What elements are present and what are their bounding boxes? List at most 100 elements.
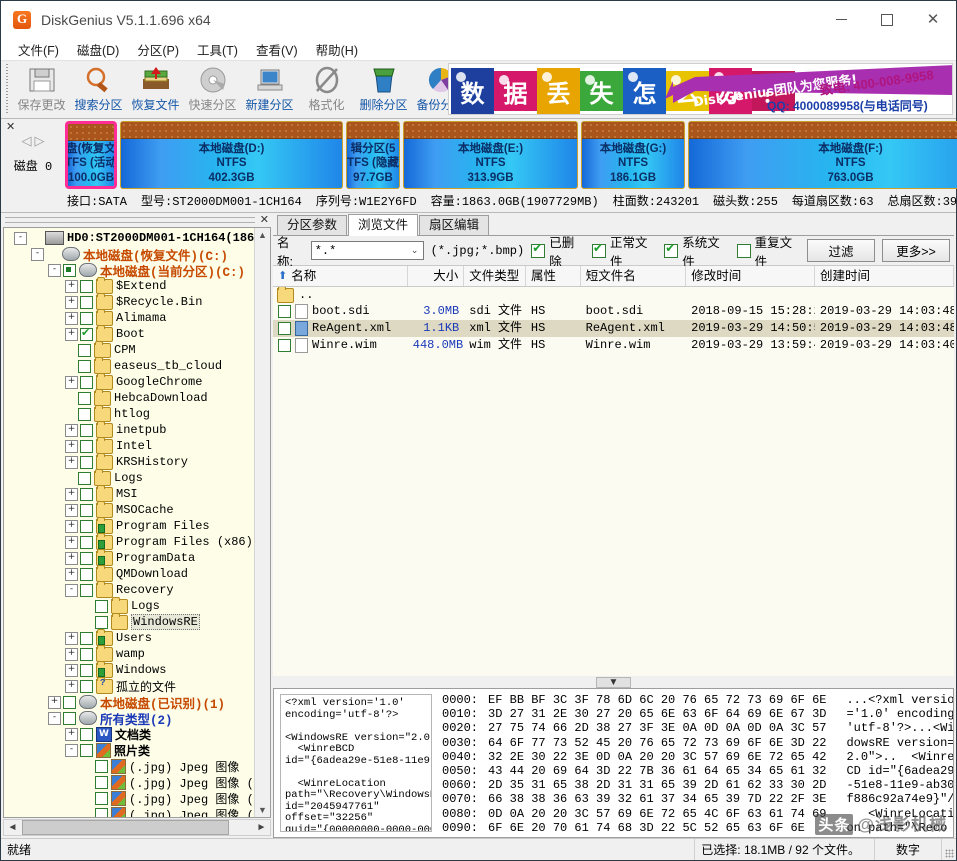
expand-icon[interactable]: +	[65, 487, 78, 501]
next-disk-icon[interactable]: ▷	[35, 133, 45, 149]
toolbar-button-2[interactable]: 恢复文件	[127, 63, 184, 113]
column-header-1[interactable]: 大小	[408, 266, 465, 286]
filter-checkbox-0[interactable]: 已删除	[531, 232, 583, 270]
menu-item-2[interactable]: 分区(P)	[128, 38, 188, 61]
toolbar-button-4[interactable]: 新建分区	[241, 63, 298, 113]
tree-checkbox[interactable]	[63, 263, 76, 277]
table-row[interactable]: boot.sdi 3.0MB sdi 文件 HS boot.sdi 2018-09-15 …	[273, 303, 954, 320]
scroll-down-icon[interactable]: ▼	[258, 805, 267, 815]
prev-disk-icon[interactable]: ◁	[22, 133, 32, 149]
menu-item-4[interactable]: 查看(V)	[247, 38, 307, 61]
scroll-right-icon[interactable]: ►	[254, 822, 269, 833]
column-header-4[interactable]: 短文件名	[581, 266, 687, 286]
tree-node-22[interactable]: - Recovery	[8, 580, 254, 598]
expand-icon[interactable]: +	[65, 327, 78, 341]
tab-2[interactable]: 扇区编辑	[419, 215, 490, 235]
tree-node-26[interactable]: + wamp	[8, 644, 254, 662]
tree-checkbox[interactable]	[80, 647, 93, 661]
partition-4[interactable]: 本地磁盘(G:) NTFS 186.1GB	[581, 121, 685, 189]
table-row[interactable]: ReAgent.xml 1.1KB xml 文件 HS ReAgent.xml 2019-…	[273, 320, 954, 337]
menu-item-1[interactable]: 磁盘(D)	[68, 38, 128, 61]
tree-node-21[interactable]: + QMDownload	[8, 564, 254, 582]
checkbox-box[interactable]	[736, 243, 751, 258]
disk-map-close-icon[interactable]: ✕	[6, 120, 15, 133]
tree-node-27[interactable]: + Windows	[8, 660, 254, 678]
tree-checkbox[interactable]	[80, 423, 93, 437]
collapse-icon[interactable]: -	[48, 263, 61, 277]
tree-node-25[interactable]: + Users	[8, 628, 254, 646]
tree-checkbox[interactable]	[80, 487, 93, 501]
maximize-button[interactable]	[864, 1, 910, 38]
close-button[interactable]: ✕	[910, 1, 956, 38]
tree-checkbox[interactable]	[80, 295, 93, 309]
expand-icon[interactable]: +	[65, 551, 78, 565]
toolbar-button-0[interactable]: 保存更改	[13, 63, 70, 113]
tree-node-2[interactable]: - 本地磁盘(当前分区)(C:)	[8, 262, 254, 280]
expand-icon[interactable]: +	[65, 647, 78, 661]
checkbox-box[interactable]	[591, 241, 606, 258]
tree-node-31[interactable]: + W 文档类	[8, 726, 254, 743]
expand-icon[interactable]: +	[65, 519, 78, 533]
tree-checkbox[interactable]	[80, 279, 93, 293]
xml-preview[interactable]: <?xml version='1.0' encoding='utf-8'?> <…	[280, 694, 432, 832]
column-header-3[interactable]: 属性	[526, 266, 581, 286]
column-header-6[interactable]: 创建时间	[815, 266, 954, 286]
toolbar-button-3[interactable]: 快速分区	[184, 63, 241, 113]
tree-node-13[interactable]: + Intel	[8, 436, 254, 454]
tree-checkbox[interactable]	[95, 807, 108, 817]
menu-item-3[interactable]: 工具(T)	[188, 38, 247, 61]
tree-checkbox[interactable]	[78, 343, 91, 357]
expand-icon[interactable]: +	[65, 535, 78, 549]
column-header-0[interactable]: ⬆ 名称	[273, 266, 408, 286]
tree-checkbox[interactable]	[80, 375, 93, 389]
expand-icon[interactable]: +	[65, 375, 78, 389]
menu-item-5[interactable]: 帮助(H)	[307, 38, 367, 61]
toolbar-button-1[interactable]: 搜索分区	[70, 63, 127, 113]
parent-directory-row[interactable]: ..	[273, 287, 954, 303]
tree-node-18[interactable]: + Program Files	[8, 516, 254, 534]
collapse-icon[interactable]: -	[14, 231, 27, 245]
partition-3[interactable]: 本地磁盘(E:) NTFS 313.9GB	[403, 121, 578, 189]
collapse-icon[interactable]: -	[65, 743, 78, 757]
tree-checkbox[interactable]	[80, 311, 93, 325]
expand-icon[interactable]: +	[65, 455, 78, 469]
tree-panel-grip[interactable]	[5, 217, 255, 223]
expand-icon[interactable]: +	[65, 567, 78, 581]
expand-icon[interactable]: +	[65, 279, 78, 293]
expand-icon[interactable]: +	[65, 727, 78, 741]
tree-checkbox[interactable]	[78, 407, 91, 421]
tree-node-19[interactable]: + Program Files (x86)	[8, 532, 254, 550]
tree-checkbox[interactable]	[95, 775, 108, 789]
tree-node-7[interactable]: CPM	[8, 340, 254, 358]
tree-checkbox[interactable]	[80, 326, 93, 341]
tree-list[interactable]: -HD0:ST2000DM001-1CH164(1863GB)-本地磁盘(恢复文…	[4, 228, 254, 817]
toolbar-button-6[interactable]: 删除分区	[355, 63, 412, 113]
collapse-icon[interactable]: -	[65, 583, 78, 597]
tree-checkbox[interactable]	[63, 695, 76, 709]
tree-checkbox[interactable]	[80, 503, 93, 517]
tree-checkbox[interactable]	[80, 663, 93, 677]
hscroll-thumb[interactable]	[22, 820, 229, 835]
tree-checkbox[interactable]	[80, 535, 93, 549]
tree-checkbox[interactable]	[80, 679, 93, 693]
tree-node-15[interactable]: Logs	[8, 468, 254, 486]
tree-checkbox[interactable]	[80, 519, 93, 533]
filter-button[interactable]: 过滤	[807, 239, 876, 262]
tree-node-5[interactable]: + Alimama	[8, 308, 254, 326]
column-header-2[interactable]: 文件类型	[464, 266, 526, 286]
partition-0[interactable]: 盘(恢复文 TFS (活动100.0GB	[65, 121, 117, 189]
checkbox-box[interactable]	[664, 241, 679, 258]
expand-icon[interactable]: +	[65, 631, 78, 645]
tree-node-4[interactable]: + $Recycle.Bin	[8, 292, 254, 310]
tree-node-8[interactable]: easeus_tb_cloud	[8, 356, 254, 374]
tree-checkbox[interactable]	[80, 567, 93, 581]
toolbar-button-5[interactable]: 格式化	[298, 63, 355, 113]
tree-checkbox[interactable]	[80, 551, 93, 565]
tree-node-16[interactable]: + MSI	[8, 484, 254, 502]
name-filter-input[interactable]: *.* ⌄	[310, 241, 424, 260]
file-list-body[interactable]: .. boot.sdi 3.0MB sdi 文件 HS boot.sdi 2018-09-…	[273, 287, 954, 676]
tree-checkbox[interactable]	[78, 359, 91, 373]
partition-1[interactable]: 本地磁盘(D:) NTFS 402.3GB	[120, 121, 343, 189]
tree-node-10[interactable]: HebcaDownload	[8, 388, 254, 406]
tree-node-32[interactable]: - 照片类	[8, 742, 254, 759]
